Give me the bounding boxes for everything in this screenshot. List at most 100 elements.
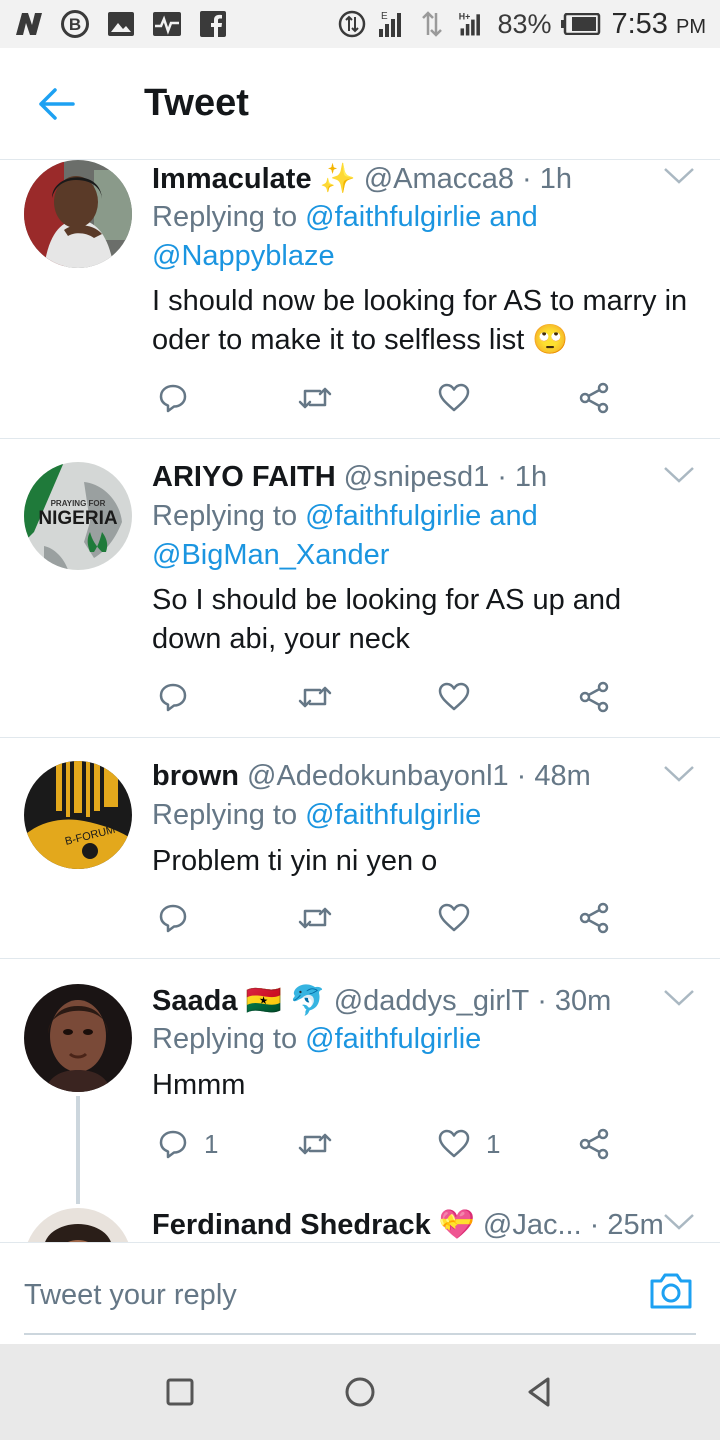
n-logo-icon [14,9,44,39]
reply-button[interactable]: 1 [158,1124,218,1164]
timestamp: · 1h [522,162,572,195]
reply-button[interactable] [158,677,204,717]
tweet-text: I should now be looking for AS to marry … [152,285,688,356]
avatar[interactable] [24,1208,132,1242]
replying-to: Replying to @faithfulgirlie [152,799,482,831]
replying-to: Replying to @faithfulgirlie and @BigMan_… [152,500,538,571]
reply-input[interactable] [24,1273,624,1317]
svg-text:H+: H+ [459,12,471,22]
chevron-down-icon[interactable] [662,463,696,487]
mention-link[interactable]: @faithfulgirlie and [305,201,538,233]
chevron-down-icon[interactable] [662,986,696,1010]
activity-icon [152,9,182,39]
action-bar [152,677,632,717]
reply-composer [0,1242,720,1344]
share-icon [579,382,609,414]
share-button[interactable] [578,1124,610,1164]
tweet-item[interactable]: Immaculate ✨ @Amacca8 · 1h Replying to @… [0,160,720,438]
retweet-icon [298,907,332,929]
handle[interactable]: @Adedokunbayonl1 [247,760,509,793]
handle[interactable]: @Jac... [483,1209,582,1242]
svg-text:B: B [69,15,81,34]
display-name[interactable]: brown [152,760,239,793]
share-button[interactable] [578,898,610,938]
reply-icon [159,1130,187,1159]
tweet-item[interactable]: PRAYING FOR NIGERIA ARIYO FAITH @snipesd… [0,459,720,737]
data-arrows-icon [417,9,447,39]
divider [0,737,720,738]
action-bar: 1 1 [152,1124,632,1164]
avatar-caption-big: NIGERIA [38,508,117,529]
display-name[interactable]: Ferdinand Shedrack [152,1209,431,1242]
tweet-item[interactable]: Ferdinand Shedrack 💝 @Jac... · 25m [0,1208,720,1242]
retweet-button[interactable] [298,1124,332,1164]
retweet-button[interactable] [298,378,332,418]
battery-icon [561,9,601,39]
input-underline [24,1333,696,1335]
status-bar: B E H+ 83% 7:53 PM [0,0,720,48]
facebook-icon [198,9,228,39]
share-icon [579,1128,609,1160]
like-button[interactable] [438,677,486,717]
retweet-button[interactable] [298,898,332,938]
mention-link[interactable]: @BigMan_Xander [152,539,389,571]
retweet-icon [298,387,332,409]
mention-link[interactable]: @faithfulgirlie and [305,500,538,532]
display-name[interactable]: ARIYO FAITH [152,461,336,494]
mention-link[interactable]: @faithfulgirlie [305,799,481,831]
tweet-header: ARIYO FAITH @snipesd1 · 1h [152,461,547,494]
chevron-down-icon[interactable] [662,164,696,188]
home-circle-icon[interactable] [342,1374,378,1410]
retweet-icon [298,686,332,708]
page-title: Tweet [144,82,249,124]
handle[interactable]: @daddys_girlT [334,985,529,1018]
retweet-icon [298,1133,332,1155]
display-name[interactable]: Saada [152,985,237,1018]
heart-icon [438,682,470,711]
share-button[interactable] [578,378,610,418]
handle[interactable]: @Amacca8 [364,163,514,196]
avatar[interactable] [24,984,132,1092]
battery-percent: 83% [497,8,552,39]
heart-icon [438,903,470,932]
avatar[interactable]: PRAYING FOR NIGERIA [24,462,132,570]
b-circle-icon: B [60,9,90,39]
chevron-down-icon[interactable] [662,762,696,786]
display-name[interactable]: Immaculate [152,163,312,196]
like-button[interactable] [438,378,486,418]
share-icon [579,902,609,934]
reply-button[interactable] [158,378,204,418]
heart-icon [438,383,470,412]
avatar[interactable] [24,160,132,268]
reply-button[interactable] [158,898,204,938]
heart-icon [438,1129,470,1158]
thread-connector [76,1096,80,1204]
mention-link[interactable]: @Nappyblaze [152,240,335,272]
handle[interactable]: @snipesd1 [344,461,490,494]
reply-list[interactable]: Immaculate ✨ @Amacca8 · 1h Replying to @… [0,160,720,1242]
mention-link[interactable]: @faithfulgirlie [305,1023,481,1055]
share-button[interactable] [578,677,610,717]
like-button[interactable]: 1 [438,1124,500,1164]
like-count: 1 [486,1128,501,1159]
chevron-down-icon[interactable] [662,1210,696,1234]
reply-icon [159,904,187,933]
like-button[interactable] [438,898,486,938]
tweet-header: Ferdinand Shedrack 💝 @Jac... · 25m [152,1208,664,1242]
retweet-button[interactable] [298,677,332,717]
reply-count: 1 [204,1128,219,1159]
tweet-item[interactable]: B-FORUM brown @Adedokunbayonl1 · 48m Rep… [0,758,720,958]
clock: 7:53 PM [611,7,706,40]
camera-icon[interactable] [648,1271,694,1311]
tweet-header: Saada 🇬🇭 🐬 @daddys_girlT · 30m [152,984,611,1018]
signal-h-plus-icon: H+ [457,9,487,39]
data-saver-icon [337,9,367,39]
avatar[interactable]: B-FORUM [24,761,132,869]
tweet-header: brown @Adedokunbayonl1 · 48m [152,760,591,793]
back-button[interactable] [0,48,112,160]
tweet-item[interactable]: Saada 🇬🇭 🐬 @daddys_girlT · 30m Replying … [0,984,720,1204]
recents-square-icon[interactable] [162,1374,198,1410]
back-triangle-icon[interactable] [522,1374,558,1410]
action-bar [152,378,632,418]
sparkles-emoji: ✨ [319,163,356,195]
